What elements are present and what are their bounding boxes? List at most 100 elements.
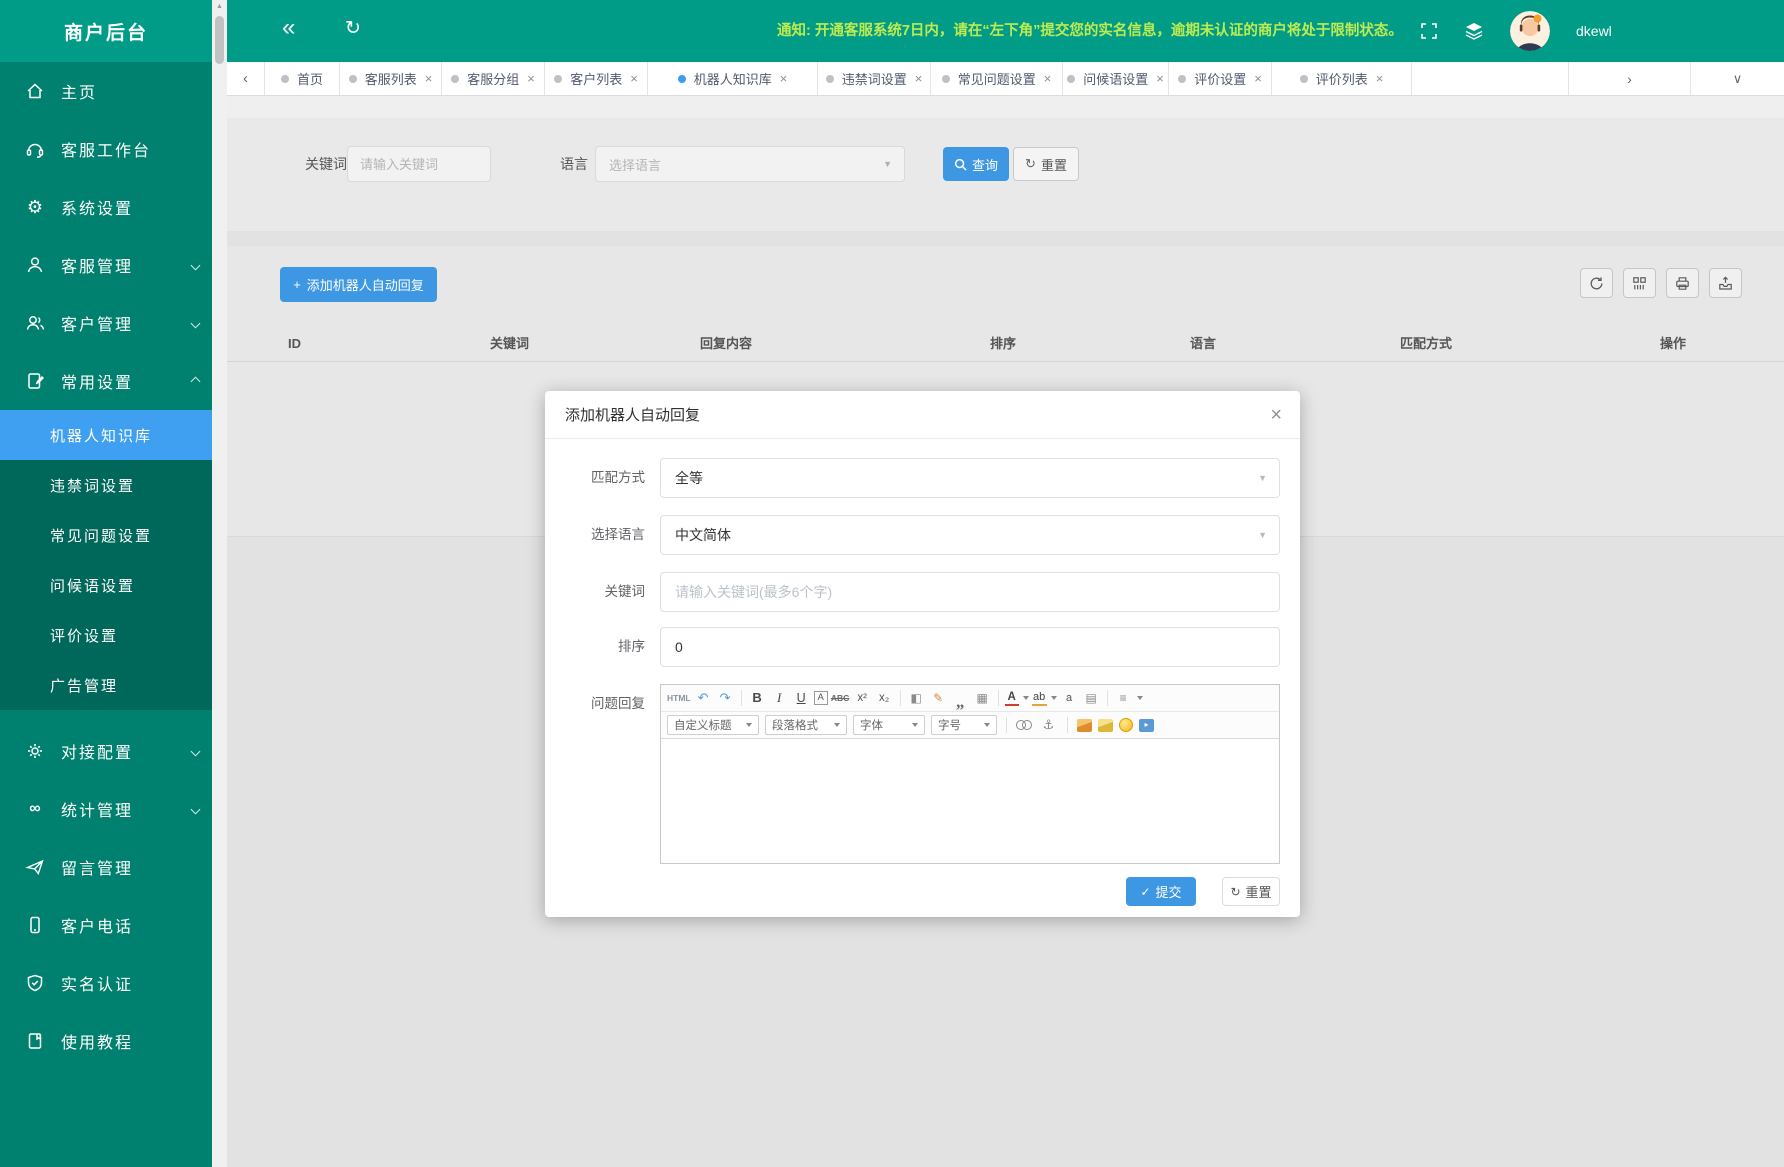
emoji-icon[interactable] — [1119, 718, 1133, 732]
superscript-icon[interactable]: x² — [853, 689, 872, 707]
tab-greeting-settings[interactable]: 问候语设置 × — [1063, 62, 1169, 95]
font-family-dropdown[interactable]: 字体 — [853, 715, 925, 735]
tab-home[interactable]: 首页 — [265, 62, 340, 95]
layers-icon[interactable] — [1464, 21, 1484, 41]
document-icon[interactable]: ▤ — [1082, 689, 1101, 707]
home-icon — [22, 81, 48, 101]
html-source-icon[interactable]: HTML — [667, 689, 691, 707]
blockquote-icon[interactable]: „ — [951, 691, 970, 705]
sidebar-item-customer-phone[interactable]: 客户电话 — [0, 896, 212, 954]
video-icon[interactable]: ▸ — [1139, 719, 1154, 732]
close-tab-icon[interactable]: × — [780, 71, 788, 86]
username[interactable]: dkewl — [1576, 23, 1612, 39]
sidebar-item-real-name-auth[interactable]: 实名认证 — [0, 954, 212, 1012]
photo-icon[interactable] — [1098, 719, 1113, 732]
tab-customer-list[interactable]: 客户列表 × — [545, 62, 648, 95]
close-tab-icon[interactable]: × — [527, 71, 535, 86]
search-button[interactable]: 查询 — [943, 147, 1009, 181]
dialog-keyword-input[interactable] — [660, 572, 1280, 612]
sidebar-item-customer-management[interactable]: 客户管理 — [0, 294, 212, 352]
sidebar-item-integration-config[interactable]: 对接配置 — [0, 722, 212, 780]
rich-text-editor: HTML ↶ ↷ B I U A ABC x² x₂ ◧ ✎ „ ▦ A ab … — [660, 684, 1280, 864]
format-brush-icon[interactable]: ✎ — [929, 689, 948, 707]
tab-rating-list[interactable]: 评价列表 × — [1272, 62, 1412, 95]
image-icon[interactable] — [1077, 719, 1092, 732]
table-refresh-button[interactable] — [1580, 268, 1613, 298]
line-height-icon[interactable]: ≡ — [1114, 689, 1133, 707]
strikethrough-icon[interactable]: ABC — [831, 689, 850, 707]
chevron-down-icon — [191, 746, 201, 756]
tab-agent-list[interactable]: 客服列表 × — [340, 62, 442, 95]
close-tab-icon[interactable]: × — [915, 71, 923, 86]
redo-icon[interactable]: ↷ — [716, 689, 735, 707]
add-robot-reply-button[interactable]: + 添加机器人自动回复 — [280, 267, 437, 302]
sidebar-item-rating-settings[interactable]: 评价设置 — [0, 610, 212, 660]
tab-faq-settings[interactable]: 常见问题设置 × — [931, 62, 1063, 95]
bold-icon[interactable]: B — [748, 689, 767, 707]
fullscreen-icon[interactable] — [1420, 22, 1438, 40]
editor-toolbar-row2: 自定义标题 段落格式 字体 字号 ⚓ ▸ — [661, 712, 1279, 739]
refresh-icon[interactable]: ↻ — [345, 17, 361, 40]
keyword-search-input[interactable] — [347, 146, 491, 182]
tabs-prev-button[interactable]: ‹ — [227, 62, 265, 95]
anchor-icon[interactable]: ⚓ — [1039, 716, 1058, 734]
collapse-sidebar-icon[interactable]: « — [282, 14, 295, 42]
tab-robot-knowledge[interactable]: 机器人知识库 × — [648, 62, 818, 95]
italic-icon[interactable]: I — [770, 689, 789, 707]
editor-content-area[interactable] — [661, 739, 1279, 863]
language-select[interactable]: 选择语言 ▼ — [595, 146, 905, 182]
sidebar-item-system-settings[interactable]: ⚙ 系统设置 — [0, 178, 212, 236]
tab-agent-groups[interactable]: 客服分组 × — [442, 62, 545, 95]
sidebar-item-ad-management[interactable]: 广告管理 — [0, 660, 212, 710]
sidebar-item-faq-settings[interactable]: 常见问题设置 — [0, 510, 212, 560]
close-tab-icon[interactable]: × — [1156, 71, 1164, 86]
tabs-next-button[interactable]: › — [1568, 62, 1690, 95]
sidebar-scrollbar[interactable]: ▲ — [212, 0, 227, 1167]
eraser-icon[interactable]: ◧ — [907, 689, 926, 707]
autolink-icon[interactable]: a — [1060, 689, 1079, 707]
submit-button[interactable]: ✓ 提交 — [1126, 877, 1196, 906]
tab-banned-words[interactable]: 违禁词设置 × — [818, 62, 931, 95]
match-mode-select[interactable]: 全等 ▼ — [660, 458, 1280, 498]
close-tab-icon[interactable]: × — [630, 71, 638, 86]
subscript-icon[interactable]: x₂ — [875, 689, 894, 707]
scrollbar-thumb[interactable] — [215, 16, 224, 64]
table-columns-button[interactable] — [1623, 268, 1656, 298]
dialog-reset-button[interactable]: ↻ 重置 — [1222, 877, 1280, 906]
font-border-icon[interactable]: A — [814, 691, 828, 705]
sidebar-item-tutorial[interactable]: 使用教程 — [0, 1012, 212, 1070]
sidebar-item-common-settings[interactable]: 常用设置 — [0, 352, 212, 410]
link-icon[interactable] — [1016, 718, 1033, 732]
sidebar-item-statistics[interactable]: ∞ 统计管理 — [0, 780, 212, 838]
paragraph-format-dropdown[interactable]: 段落格式 — [765, 715, 847, 735]
tab-rating-settings[interactable]: 评价设置 × — [1169, 62, 1272, 95]
close-tab-icon[interactable]: × — [425, 71, 433, 86]
table-icon[interactable]: ▦ — [973, 689, 992, 707]
close-tab-icon[interactable]: × — [1254, 71, 1262, 86]
close-tab-icon[interactable]: × — [1044, 71, 1052, 86]
undo-icon[interactable]: ↶ — [694, 689, 713, 707]
custom-title-dropdown[interactable]: 自定义标题 — [667, 715, 759, 735]
column-header-id: ID — [288, 330, 301, 362]
close-tab-icon[interactable]: × — [1376, 71, 1384, 86]
sidebar-item-messages[interactable]: 留言管理 — [0, 838, 212, 896]
tabs-dropdown-button[interactable]: ∨ — [1690, 62, 1784, 95]
highlight-color-icon[interactable]: ab — [1032, 691, 1047, 706]
scroll-up-arrow-icon[interactable]: ▲ — [212, 3, 227, 10]
underline-icon[interactable]: U — [792, 689, 811, 707]
dialog-language-select[interactable]: 中文简体 ▼ — [660, 515, 1280, 555]
user-avatar[interactable] — [1510, 11, 1550, 51]
table-print-button[interactable] — [1666, 268, 1699, 298]
sidebar-item-greeting-settings[interactable]: 问候语设置 — [0, 560, 212, 610]
font-color-icon[interactable]: A — [1005, 691, 1019, 706]
sidebar-item-robot-knowledge[interactable]: 机器人知识库 — [0, 410, 212, 460]
close-dialog-icon[interactable]: × — [1270, 405, 1282, 425]
reset-button[interactable]: ↻ 重置 — [1013, 147, 1079, 181]
table-export-button[interactable] — [1709, 268, 1742, 298]
sidebar-item-home[interactable]: 主页 — [0, 62, 212, 120]
sort-input[interactable] — [660, 627, 1280, 667]
sidebar-item-workbench[interactable]: 客服工作台 — [0, 120, 212, 178]
sidebar-item-agent-management[interactable]: 客服管理 — [0, 236, 212, 294]
sidebar-item-banned-words[interactable]: 违禁词设置 — [0, 460, 212, 510]
font-size-dropdown[interactable]: 字号 — [931, 715, 997, 735]
